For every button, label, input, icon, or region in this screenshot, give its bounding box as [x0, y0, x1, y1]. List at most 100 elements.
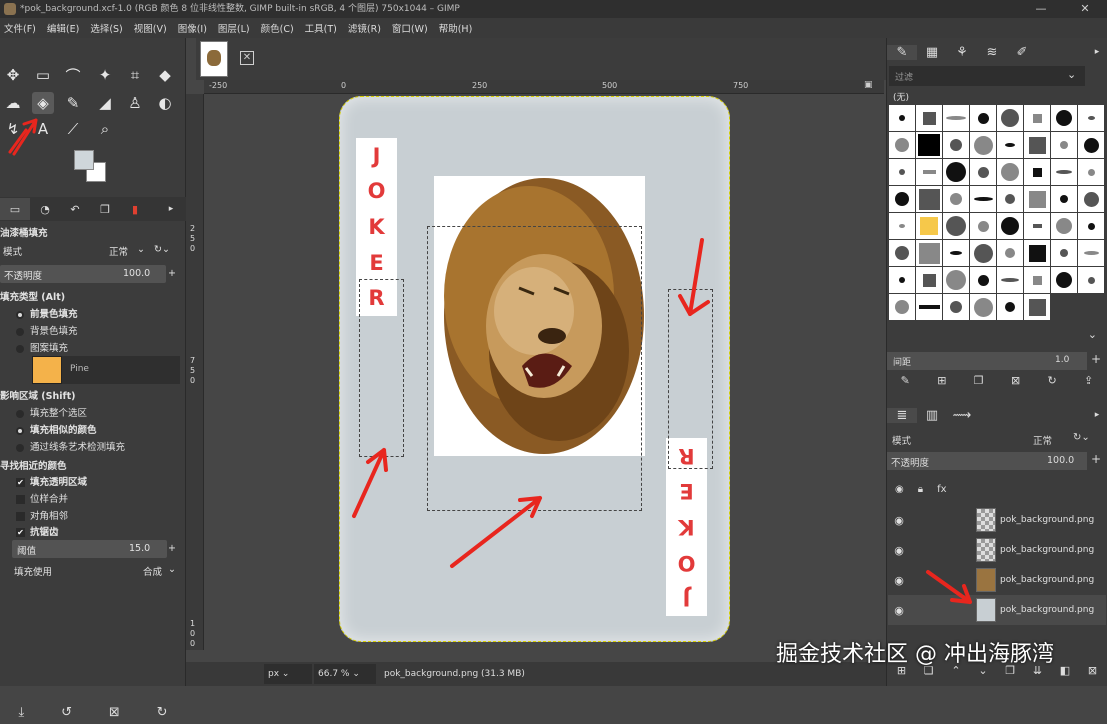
layer-eye-icon[interactable]: ◉: [888, 544, 910, 557]
layer-row[interactable]: ◉ pok_background.png: [888, 505, 1106, 535]
fuzzy-select-icon[interactable]: ✦: [94, 64, 116, 86]
edit-brush-icon[interactable]: ✎: [901, 374, 910, 394]
brush-swatch[interactable]: [970, 159, 996, 185]
paintbrush-icon[interactable]: ✎: [62, 92, 84, 114]
brush-swatch[interactable]: [889, 294, 915, 320]
affected-similar-radio[interactable]: 填充相似的颜色: [16, 422, 202, 436]
brush-swatch[interactable]: [997, 105, 1023, 131]
fill-transparent-check[interactable]: ✔ 填充透明区域: [16, 474, 202, 488]
device-status-tab-icon[interactable]: ◔: [30, 198, 60, 220]
close-button[interactable]: ✕: [1063, 0, 1107, 18]
document-history-tab-icon[interactable]: ≋: [977, 45, 1007, 60]
layer-eye-icon[interactable]: ◉: [888, 514, 910, 527]
layer-opacity-plus-icon[interactable]: +: [1091, 452, 1101, 466]
brush-swatch[interactable]: [943, 186, 969, 212]
brush-swatch[interactable]: [997, 159, 1023, 185]
brush-swatch[interactable]: [916, 267, 942, 293]
opacity-plus-icon[interactable]: +: [168, 268, 186, 279]
layer-eye-icon[interactable]: ◉: [888, 574, 910, 587]
unit-select[interactable]: px ⌄: [264, 664, 312, 684]
brush-swatch[interactable]: [1024, 105, 1050, 131]
move-tool-icon[interactable]: ✥: [2, 64, 24, 86]
brush-swatch[interactable]: [970, 132, 996, 158]
menu-select[interactable]: 选择(S): [90, 21, 122, 35]
brush-editor-tab-icon[interactable]: ✐: [1007, 45, 1037, 60]
zoom-icon[interactable]: ⌕: [94, 118, 116, 140]
brush-swatch[interactable]: [889, 186, 915, 212]
menu-tools[interactable]: 工具(T): [305, 21, 337, 35]
brush-swatch[interactable]: [1078, 159, 1104, 185]
save-options-icon[interactable]: ⤓: [18, 705, 24, 720]
affected-lineart-radio[interactable]: 通过线条艺术检测填充: [16, 439, 202, 453]
reset-options-icon[interactable]: ↻: [157, 705, 168, 720]
brush-swatch[interactable]: [997, 240, 1023, 266]
brush-swatch[interactable]: [916, 294, 942, 320]
color-picker-icon[interactable]: ⟋: [62, 118, 84, 140]
close-image-tab-icon[interactable]: ✕: [240, 51, 254, 65]
navigate-icon[interactable]: ▣: [864, 80, 873, 90]
channels-tab-icon[interactable]: ▥: [917, 408, 947, 423]
layer-row-selected[interactable]: ◉ pok_background.png: [888, 595, 1106, 625]
menu-layer[interactable]: 图层(L): [218, 21, 250, 35]
sample-merged-check[interactable]: 位样合并: [16, 491, 202, 505]
brush-swatch[interactable]: [1051, 186, 1077, 212]
filter-chevron-icon[interactable]: ⌄: [1067, 68, 1076, 81]
brush-swatch[interactable]: [889, 267, 915, 293]
layers-tab-icon[interactable]: ≣: [887, 407, 917, 423]
mode-reset-icon[interactable]: ↻⌄: [154, 244, 184, 255]
fill-by-chevron-icon[interactable]: ⌄: [168, 564, 186, 575]
tool-options-tab-icon[interactable]: ▭: [0, 198, 30, 220]
layers-menu-icon[interactable]: ▸: [1087, 410, 1107, 420]
brush-swatch[interactable]: [997, 132, 1023, 158]
menu-file[interactable]: 文件(F): [4, 21, 36, 35]
brush-swatch[interactable]: [1024, 186, 1050, 212]
lasso-icon[interactable]: ⌒: [62, 64, 84, 86]
pattern-swatch[interactable]: [32, 356, 62, 384]
brush-swatch[interactable]: [889, 213, 915, 239]
brush-swatch[interactable]: [1078, 213, 1104, 239]
brush-swatch[interactable]: [916, 159, 942, 185]
layer-row[interactable]: ◉ pok_background.png: [888, 535, 1106, 565]
images-tab-icon[interactable]: ❐: [90, 198, 120, 220]
brush-swatch[interactable]: [916, 186, 942, 212]
red-tab-icon[interactable]: ▮: [120, 198, 150, 220]
zoom-select[interactable]: 66.7 % ⌄: [314, 664, 376, 684]
brush-swatch[interactable]: [1051, 132, 1077, 158]
layer-opacity-slider[interactable]: 不透明度 100.0: [887, 452, 1087, 470]
foreground-color-swatch[interactable]: [74, 150, 94, 170]
patterns-tab-icon[interactable]: ▦: [917, 45, 947, 60]
brush-swatch[interactable]: [970, 213, 996, 239]
brushes-tab-icon[interactable]: ✎: [887, 44, 917, 60]
paths-tab-icon[interactable]: ⟿: [947, 408, 977, 423]
brush-swatch[interactable]: [1078, 186, 1104, 212]
delete-brush-icon[interactable]: ⊠: [1011, 374, 1020, 394]
delete-layer-icon[interactable]: ⊠: [1088, 664, 1097, 684]
dodge-icon[interactable]: ◐: [154, 92, 176, 114]
brush-swatch[interactable]: [997, 213, 1023, 239]
brush-swatch[interactable]: [916, 105, 942, 131]
new-brush-icon[interactable]: ⊞: [937, 374, 946, 394]
fonts-tab-icon[interactable]: ⚘: [947, 45, 977, 60]
brush-swatch[interactable]: [1078, 240, 1104, 266]
brush-swatch[interactable]: [1078, 294, 1104, 320]
minimize-button[interactable]: —: [1019, 0, 1063, 18]
fill-by-select[interactable]: 合成: [143, 564, 167, 578]
brush-swatch[interactable]: [1051, 213, 1077, 239]
transform-icon[interactable]: ◆: [154, 64, 176, 86]
menu-colors[interactable]: 颜色(C): [261, 21, 294, 35]
brush-swatch[interactable]: [970, 240, 996, 266]
brush-swatch[interactable]: [970, 267, 996, 293]
brush-swatch[interactable]: [943, 105, 969, 131]
brush-filter-field[interactable]: 过滤: [889, 66, 1085, 86]
brush-swatch[interactable]: [1051, 105, 1077, 131]
rect-select-icon[interactable]: ▭: [32, 64, 54, 86]
open-brush-icon[interactable]: ⇪: [1084, 374, 1093, 394]
menu-help[interactable]: 帮助(H): [439, 21, 473, 35]
fx-icon[interactable]: fx: [937, 484, 946, 495]
brush-swatch[interactable]: [997, 294, 1023, 320]
bucket-fill-icon[interactable]: ◈: [32, 92, 54, 114]
layer-mode-reset-icon[interactable]: ↻⌄: [1073, 432, 1090, 443]
layer-row[interactable]: ◉ pok_background.png: [888, 565, 1106, 595]
spacing-slider[interactable]: 间距 1.0: [887, 352, 1087, 370]
layer-mode-select[interactable]: 正常: [1033, 433, 1052, 447]
